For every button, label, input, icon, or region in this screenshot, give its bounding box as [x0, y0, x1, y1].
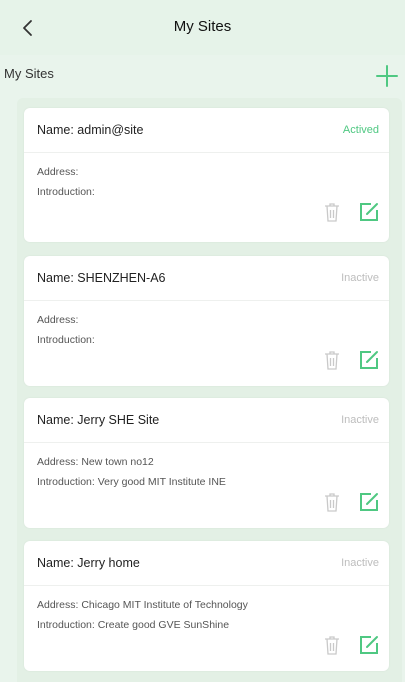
section-title: My Sites — [4, 66, 54, 81]
delete-button[interactable] — [323, 201, 341, 223]
site-name: Name: Jerry SHE Site — [37, 413, 160, 427]
site-introduction: Introduction: — [37, 186, 95, 198]
site-status: Inactive — [341, 414, 379, 426]
site-card-header: Name: SHENZHEN-A6 Inactive — [24, 256, 389, 301]
site-address: Address: New town no12 — [37, 456, 154, 468]
site-card-header: Name: admin@site Actived — [24, 108, 389, 153]
site-introduction: Introduction: Very good MIT Institute IN… — [37, 476, 226, 488]
edit-button[interactable] — [358, 349, 380, 371]
site-status: Actived — [342, 124, 379, 136]
site-card-header: Name: Jerry home Inactive — [24, 541, 389, 586]
plus-icon — [376, 65, 398, 87]
site-card: Name: SHENZHEN-A6 Inactive Address: Intr… — [24, 256, 389, 386]
delete-button[interactable] — [323, 491, 341, 513]
site-status: Inactive — [341, 557, 379, 569]
top-bar: My Sites — [0, 0, 405, 55]
site-list: Name: admin@site Actived Address: Introd… — [17, 98, 402, 682]
site-card: Name: Jerry home Inactive Address: Chica… — [24, 541, 389, 671]
edit-button[interactable] — [358, 201, 380, 223]
site-name: Name: admin@site — [37, 123, 144, 137]
trash-icon — [325, 203, 339, 222]
site-card: Name: admin@site Actived Address: Introd… — [24, 108, 389, 242]
delete-button[interactable] — [323, 634, 341, 656]
site-introduction: Introduction: — [37, 334, 95, 346]
site-status: Inactive — [341, 272, 379, 284]
site-introduction: Introduction: Create good GVE SunShine — [37, 619, 230, 631]
site-address: Address: — [37, 166, 79, 178]
delete-button[interactable] — [323, 349, 341, 371]
site-card-header: Name: Jerry SHE Site Inactive — [24, 398, 389, 443]
site-name: Name: SHENZHEN-A6 — [37, 271, 166, 285]
trash-icon — [325, 636, 339, 655]
trash-icon — [325, 351, 339, 370]
add-site-button[interactable] — [374, 63, 400, 89]
trash-icon — [325, 493, 339, 512]
edit-button[interactable] — [358, 634, 380, 656]
site-address: Address: — [37, 314, 79, 326]
page-title: My Sites — [173, 18, 232, 35]
edit-icon — [360, 636, 378, 654]
edit-button[interactable] — [358, 491, 380, 513]
edit-icon — [360, 493, 378, 511]
edit-icon — [360, 351, 378, 369]
edit-icon — [360, 203, 378, 221]
site-name: Name: Jerry home — [37, 556, 140, 570]
site-address: Address: Chicago MIT Institute of Techno… — [37, 599, 248, 611]
site-card: Name: Jerry SHE Site Inactive Address: N… — [24, 398, 389, 528]
